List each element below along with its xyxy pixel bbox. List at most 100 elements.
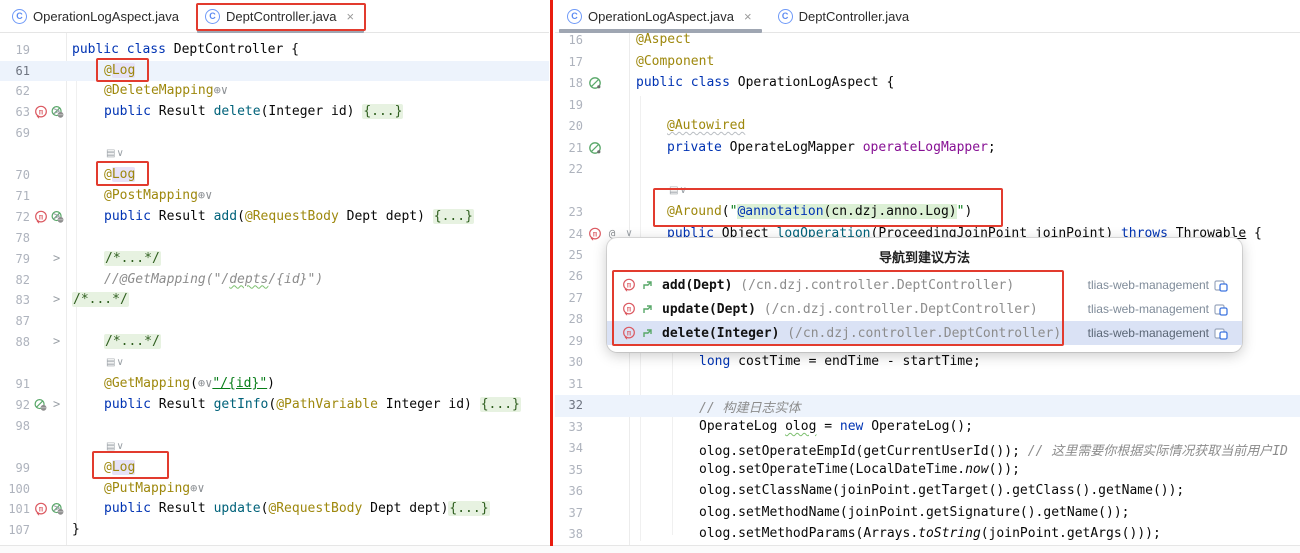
code-text[interactable]: olog.setMethodParams(Arrays.toString(joi… xyxy=(699,526,1161,541)
code-line[interactable]: 23 @Around("@annotation(cn.dzj.anno.Log)"… xyxy=(555,202,1300,223)
line-number[interactable]: 21 xyxy=(555,141,583,155)
code-text[interactable]: @Component xyxy=(636,54,714,69)
line-number[interactable]: 37 xyxy=(555,506,583,520)
fold-arrow-icon[interactable]: > xyxy=(53,334,60,348)
code-line[interactable]: 98 xyxy=(0,416,549,437)
code-line[interactable]: 16@Aspect xyxy=(555,30,1300,51)
line-number[interactable]: 32 xyxy=(555,398,583,412)
line-number[interactable]: 69 xyxy=(0,126,30,140)
method-gutter-icon[interactable]: m xyxy=(34,502,48,516)
code-line[interactable]: 100@PutMapping⊕∨ xyxy=(0,479,549,500)
fold-arrow-icon[interactable]: > xyxy=(53,104,60,118)
code-text[interactable]: private OperateLogMapper operateLogMappe… xyxy=(667,140,996,155)
code-line[interactable]: 82//@GetMapping("/depts/{id}") xyxy=(0,270,549,291)
code-line[interactable]: 79>/*...*/ xyxy=(0,249,549,270)
line-number[interactable]: 31 xyxy=(555,377,583,391)
line-number[interactable]: 62 xyxy=(0,84,30,98)
line-number[interactable]: 63 xyxy=(0,105,30,119)
line-number[interactable]: 27 xyxy=(555,291,583,305)
line-number[interactable]: 16 xyxy=(555,33,583,47)
code-line[interactable]: 88 > /*...*/ xyxy=(0,332,549,353)
code-text[interactable]: @DeleteMapping⊕∨ xyxy=(104,83,228,98)
line-number[interactable]: 91 xyxy=(0,377,30,391)
endpoint-gutter-icon[interactable] xyxy=(34,398,48,412)
tab-operationlogaspect-java[interactable]: COperationLogAspect.java xyxy=(0,0,193,33)
code-line[interactable]: 91 @GetMapping(⊕∨"/{id}") xyxy=(0,374,549,395)
line-number[interactable]: 72 xyxy=(0,210,30,224)
code-line[interactable]: 87 xyxy=(0,311,549,332)
code-line[interactable]: 18 public class OperationLogAspect { xyxy=(555,73,1300,94)
code-text[interactable]: @Log xyxy=(104,167,135,182)
suggestion-row-update[interactable]: mupdate(Dept) (/cn.dzj.controller.DeptCo… xyxy=(607,297,1242,321)
code-text[interactable]: public class OperationLogAspect { xyxy=(636,75,894,90)
inlay-hint-row[interactable]: ▤∨ xyxy=(0,144,549,165)
inlay-hint-row[interactable]: ▤∨ xyxy=(555,181,1300,202)
line-number[interactable]: 30 xyxy=(555,355,583,369)
code-text[interactable]: /*...*/ xyxy=(104,334,161,349)
line-number[interactable]: 61 xyxy=(0,64,30,78)
related-methods-inlay-icon[interactable]: ▤∨ xyxy=(106,441,125,452)
related-methods-inlay-icon[interactable]: ▤∨ xyxy=(106,357,125,368)
line-number[interactable]: 20 xyxy=(555,119,583,133)
code-line[interactable]: 99 @Log xyxy=(0,458,549,479)
code-line[interactable]: 78 xyxy=(0,228,549,249)
code-line[interactable]: 34olog.setOperateEmpId(getCurrentUserId(… xyxy=(555,438,1300,459)
code-line[interactable]: 37 olog.setMethodName(joinPoint.getSignat… xyxy=(555,503,1300,524)
line-number[interactable]: 83 xyxy=(0,293,30,307)
code-line[interactable]: 22 xyxy=(555,159,1300,180)
tab-close-icon[interactable]: × xyxy=(347,9,355,24)
fold-arrow-icon[interactable]: > xyxy=(53,292,60,306)
related-methods-inlay-icon[interactable]: ▤∨ xyxy=(106,148,125,159)
code-text[interactable]: public Result delete(Integer id) {...} xyxy=(104,104,403,119)
code-line[interactable]: 21 private OperateLogMapper operateLogMap… xyxy=(555,138,1300,159)
line-number[interactable]: 18 xyxy=(555,76,583,90)
method-gutter-icon[interactable]: m xyxy=(588,227,602,241)
spring-bean-gutter-icon[interactable] xyxy=(588,76,602,90)
code-line[interactable]: 20 @Autowired xyxy=(555,116,1300,137)
fold-arrow-icon[interactable]: > xyxy=(53,501,60,515)
code-text[interactable]: public Result getInfo(@PathVariable Inte… xyxy=(104,397,521,412)
line-number[interactable]: 78 xyxy=(0,231,30,245)
code-text[interactable]: @Autowired xyxy=(667,118,745,133)
line-number[interactable]: 71 xyxy=(0,189,30,203)
code-line[interactable]: 17 @Component xyxy=(555,52,1300,73)
code-line[interactable]: 62 @DeleteMapping⊕∨ xyxy=(0,81,549,102)
code-text[interactable]: // 构建日志实体 xyxy=(699,397,800,416)
code-text[interactable]: public class DeptController { xyxy=(72,42,299,57)
line-number[interactable]: 23 xyxy=(555,205,583,219)
suggestion-row-add[interactable]: madd(Dept) (/cn.dzj.controller.DeptContr… xyxy=(607,273,1242,297)
code-line[interactable]: 61@Log xyxy=(0,61,549,82)
suggestion-row-delete[interactable]: mdelete(Integer) (/cn.dzj.controller.Dep… xyxy=(607,321,1242,345)
code-text[interactable]: olog.setOperateEmpId(getCurrentUserId())… xyxy=(699,440,1288,459)
line-number[interactable]: 22 xyxy=(555,162,583,176)
related-methods-inlay-icon[interactable]: ▤∨ xyxy=(669,185,688,196)
code-text[interactable]: @Around("@annotation(cn.dzj.anno.Log)") xyxy=(667,204,972,219)
code-text[interactable]: public Result add(@RequestBody Dept dept… xyxy=(104,209,474,224)
code-line[interactable]: 30 long costTime = endTime - startTime; xyxy=(555,352,1300,373)
code-text[interactable]: public Result update(@RequestBody Dept d… xyxy=(104,501,490,516)
line-number[interactable]: 28 xyxy=(555,312,583,326)
code-line[interactable]: 35olog.setOperateTime(LocalDateTime.now(… xyxy=(555,460,1300,481)
fold-arrow-icon[interactable]: > xyxy=(53,251,60,265)
spring-bean-gutter-icon[interactable] xyxy=(588,141,602,155)
code-text[interactable]: /*...*/ xyxy=(104,251,161,266)
tab-deptcontroller-java[interactable]: CDeptController.java xyxy=(766,0,924,33)
code-text[interactable]: @Log xyxy=(104,460,135,475)
code-text[interactable]: olog.setMethodName(joinPoint.getSignatur… xyxy=(699,505,1129,520)
code-line[interactable]: 101 m > public Result update(@RequestBody D… xyxy=(0,499,549,520)
code-line[interactable]: 19 xyxy=(555,95,1300,116)
line-number[interactable]: 33 xyxy=(555,420,583,434)
line-number[interactable]: 25 xyxy=(555,248,583,262)
line-number[interactable]: 17 xyxy=(555,55,583,69)
line-number[interactable]: 107 xyxy=(0,523,30,537)
line-number[interactable]: 82 xyxy=(0,273,30,287)
code-text[interactable]: long costTime = endTime - startTime; xyxy=(699,354,981,369)
code-text[interactable]: @GetMapping(⊕∨"/{id}") xyxy=(104,376,275,391)
line-number[interactable]: 99 xyxy=(0,461,30,475)
tab-operationlogaspect-java[interactable]: COperationLogAspect.java× xyxy=(555,0,766,33)
code-line[interactable]: 71@PostMapping⊕∨ xyxy=(0,186,549,207)
fold-arrow-icon[interactable]: > xyxy=(53,397,60,411)
line-number[interactable]: 24 xyxy=(555,227,583,241)
line-number[interactable]: 101 xyxy=(0,502,30,516)
line-number[interactable]: 88 xyxy=(0,335,30,349)
